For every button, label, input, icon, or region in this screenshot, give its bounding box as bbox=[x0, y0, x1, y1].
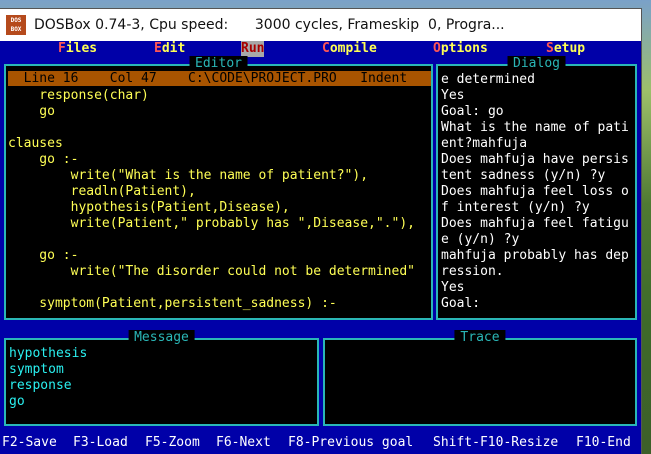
code-line: write("The disorder could not be determi… bbox=[8, 264, 415, 279]
window-title: DOSBox 0.74-3, Cpu speed: 3000 cycles, F… bbox=[34, 17, 505, 33]
code-line: go :- bbox=[8, 152, 79, 167]
trace-panel[interactable]: Trace bbox=[323, 330, 637, 426]
message-line: go bbox=[9, 394, 25, 409]
code-line: hypothesis(Patient,Disease), bbox=[8, 200, 290, 215]
dialog-line: Yes bbox=[441, 88, 465, 103]
title-bar[interactable]: DOS BOX DOSBox 0.74-3, Cpu speed: 3000 cy… bbox=[0, 9, 641, 42]
dialog-line: tent sadness (y/n) ?y bbox=[441, 168, 606, 183]
message-panel[interactable]: Message hypothesis symptom response go bbox=[4, 330, 319, 426]
code-line: go bbox=[8, 104, 55, 119]
code-line: write("What is the name of patient?"), bbox=[8, 168, 369, 183]
dialog-title: Dialog bbox=[507, 56, 566, 72]
dos-screen[interactable]: Files Edit Run Compile Options Setup Edi… bbox=[0, 41, 641, 454]
dialog-line: Does mahfuja feel fatigu bbox=[441, 216, 629, 231]
menu-run[interactable]: Run bbox=[241, 41, 265, 57]
dialog-line: e (y/n) ?y bbox=[441, 232, 520, 247]
code-line: go :- bbox=[8, 248, 79, 263]
f5-zoom-key[interactable]: F5-Zoom bbox=[145, 432, 200, 454]
dialog-line: Goal: bbox=[441, 296, 481, 311]
function-key-bar: F2-Save F3-Load F5-Zoom F6-Next F8-Previ… bbox=[0, 432, 641, 454]
menu-files-hotkey: F bbox=[58, 41, 66, 56]
editor-status-bar: Line 16 Col 47 C:\CODE\PROJECT.PRO Inden… bbox=[8, 71, 431, 86]
dialog-line: f interest (y/n) ?y bbox=[441, 200, 590, 215]
dialog-line: Yes bbox=[441, 280, 465, 295]
dialog-line: ression. bbox=[441, 264, 504, 279]
f10-end-key[interactable]: F10-End bbox=[576, 432, 631, 454]
menu-setup-label: etup bbox=[553, 41, 586, 56]
shift-f10-resize-key[interactable]: Shift-F10-Resize bbox=[433, 432, 558, 454]
menu-setup-hotkey: S bbox=[546, 41, 554, 56]
menu-run-label: un bbox=[248, 41, 265, 56]
menu-run-hotkey: R bbox=[241, 41, 249, 56]
message-line: symptom bbox=[9, 362, 64, 377]
menu-bar: Files Edit Run Compile Options Setup bbox=[0, 41, 641, 57]
f6-next-key[interactable]: F6-Next bbox=[216, 432, 271, 454]
menu-options[interactable]: Options bbox=[433, 41, 488, 57]
code-line: readln(Patient), bbox=[8, 184, 196, 199]
dialog-line: mahfuja probably has dep bbox=[441, 248, 629, 263]
menu-compile[interactable]: Compile bbox=[322, 41, 377, 57]
code-line: clauses bbox=[8, 136, 63, 151]
message-line: response bbox=[9, 378, 72, 393]
f3-load-key[interactable]: F3-Load bbox=[73, 432, 128, 454]
menu-setup[interactable]: Setup bbox=[546, 41, 585, 57]
trace-title: Trace bbox=[454, 330, 506, 346]
menu-options-label: ptions bbox=[440, 41, 488, 56]
dialog-line: e determined bbox=[441, 72, 535, 87]
dialog-panel[interactable]: Dialog e determined Yes Goal: go What is… bbox=[436, 56, 637, 320]
f8-previous-goal-key[interactable]: F8-Previous goal bbox=[288, 432, 413, 454]
f2-save-key[interactable]: F2-Save bbox=[2, 432, 57, 454]
dosbox-app-icon: DOS BOX bbox=[6, 15, 26, 35]
dialog-line: ent?mahfuja bbox=[441, 136, 528, 151]
message-title: Message bbox=[128, 330, 195, 346]
menu-files-label: iles bbox=[65, 41, 98, 56]
code-line: write(Patient," probably has ",Disease,"… bbox=[8, 216, 415, 231]
editor-panel[interactable]: Editor Line 16 Col 47 C:\CODE\PROJECT.PR… bbox=[4, 56, 433, 320]
menu-compile-label: ompile bbox=[329, 41, 377, 56]
dialog-line: What is the name of pati bbox=[441, 120, 629, 135]
menu-edit[interactable]: Edit bbox=[154, 41, 185, 57]
menu-compile-hotkey: C bbox=[322, 41, 330, 56]
menu-files[interactable]: Files bbox=[58, 41, 97, 57]
code-line: response(char) bbox=[8, 88, 149, 103]
message-line: hypothesis bbox=[9, 346, 88, 361]
code-line: symptom(Patient,persistent_sadness) :- bbox=[8, 296, 337, 311]
menu-edit-label: dit bbox=[161, 41, 186, 56]
dialog-line: Does mahfuja feel loss o bbox=[441, 184, 629, 199]
dialog-line: Goal: go bbox=[441, 104, 504, 119]
dosbox-window: DOS BOX DOSBox 0.74-3, Cpu speed: 3000 cy… bbox=[0, 9, 641, 454]
menu-edit-hotkey: E bbox=[154, 41, 162, 56]
menu-options-hotkey: O bbox=[433, 41, 441, 56]
editor-title: Editor bbox=[189, 56, 248, 72]
dialog-line: Does mahfuja have persis bbox=[441, 152, 629, 167]
